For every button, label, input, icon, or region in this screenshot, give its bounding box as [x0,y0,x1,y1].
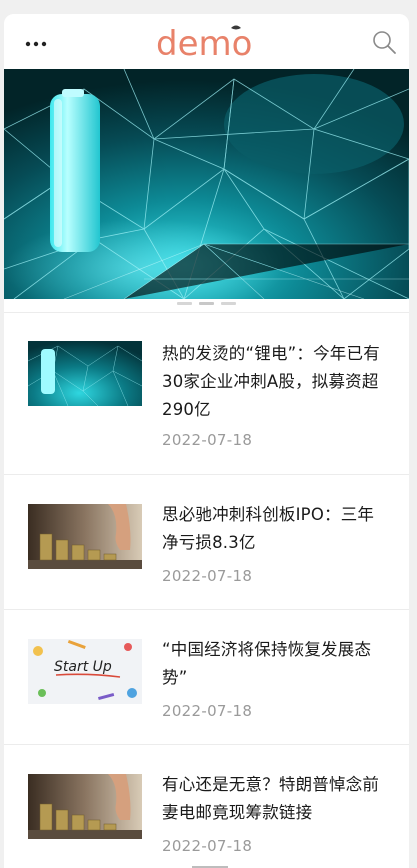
coin-stacks-thumbnail [28,774,142,839]
news-title: 有心还是无意？特朗普悼念前妻电邮竟现筹款链接 [162,775,380,822]
logo-text: demo [156,24,252,62]
news-item[interactable]: 有心还是无意？特朗普悼念前妻电邮竟现筹款链接 2022-07-18 [4,745,409,868]
top-header: demo [4,14,409,69]
news-title: 热的发烫的“锂电”：今年已有30家企业冲刺A股，拟募资超290亿 [162,344,380,419]
start-up-text: Start Up [54,659,112,675]
news-item[interactable]: 思必驰冲刺科创板IPO：三年净亏损8.3亿 2022-07-18 [4,475,409,610]
more-dots-icon[interactable] [22,34,50,54]
news-item[interactable]: Start Up “中国经济将保持恢复发展态势” 2022-07-18 [4,610,409,745]
news-item[interactable]: 热的发烫的“锂电”：今年已有30家企业冲刺A股，拟募资超290亿 2022-07… [4,312,409,475]
news-date: 2022-07-18 [162,567,253,585]
news-list: 热的发烫的“锂电”：今年已有30家企业冲刺A股，拟募资超290亿 2022-07… [4,312,409,868]
coin-stacks-thumbnail [28,504,142,569]
lithium-battery-thumbnail [28,341,142,406]
news-title: 思必驰冲刺科创板IPO：三年净亏损8.3亿 [162,505,375,552]
news-date: 2022-07-18 [162,431,253,449]
pager-dot[interactable] [221,302,236,305]
app-frame: demo 热的发烫的“锂电”：今年已有30家企业冲刺A股，拟募资超290亿 20… [4,14,409,868]
demo-logo[interactable]: demo [154,22,258,64]
lithium-battery-network-image [4,69,409,299]
banner-carousel[interactable] [4,69,409,299]
news-date: 2022-07-18 [162,702,253,720]
news-title: “中国经济将保持恢复发展态势” [162,640,372,687]
search-icon[interactable] [371,29,397,55]
carousel-pager [4,300,409,310]
start-up-thumbnail: Start Up [28,639,142,704]
pager-dot[interactable] [177,302,192,305]
news-date: 2022-07-18 [162,837,253,855]
pager-dot-active[interactable] [199,302,214,305]
